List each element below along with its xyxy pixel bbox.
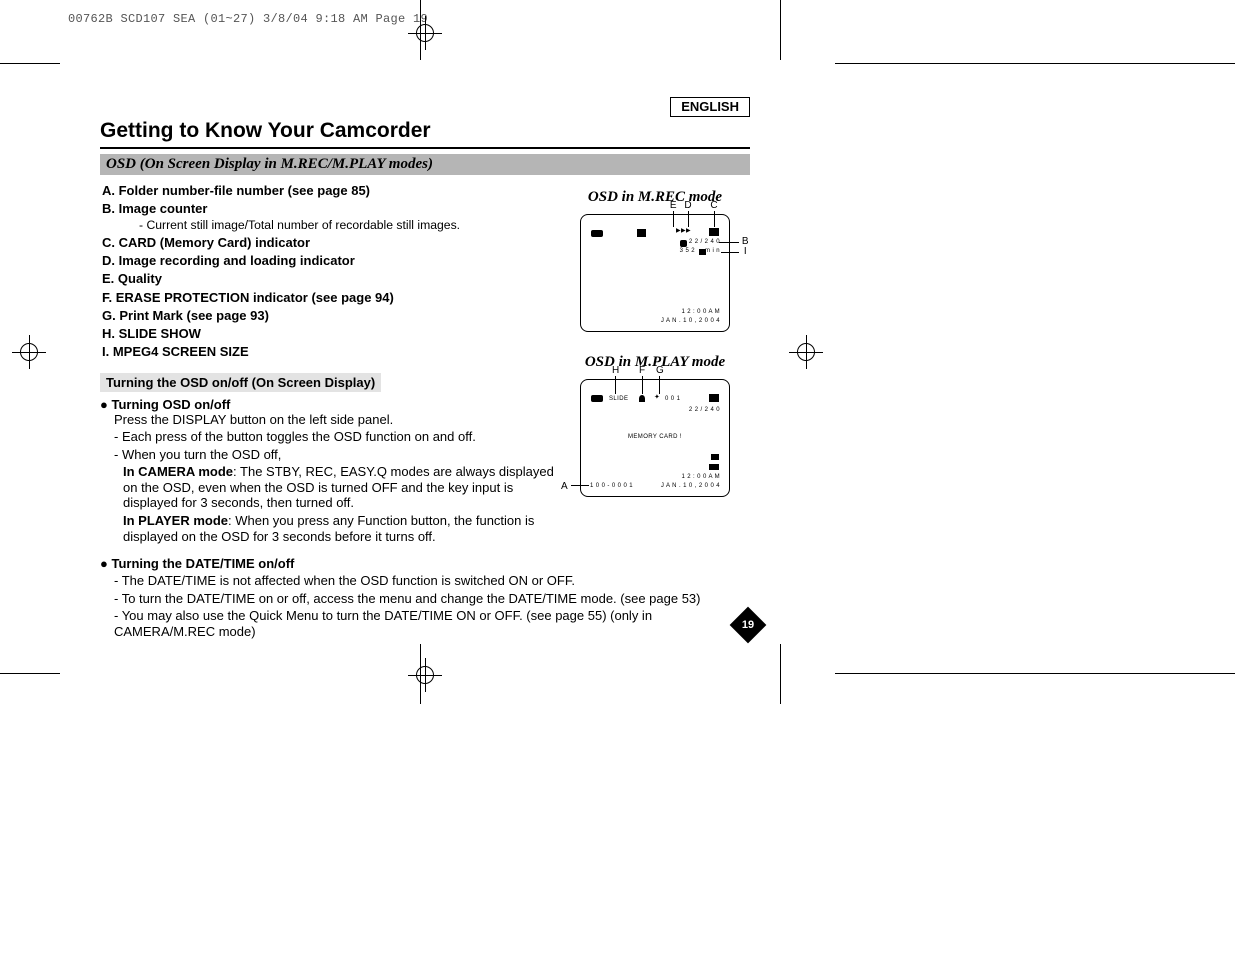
diagram-mrec: ▶▶▶ 2 2 / 2 4 0 3 5 2 m i n 1 2 : 0 0 A … (580, 214, 730, 332)
callout-c: C (710, 200, 718, 211)
inline-bold: In CAMERA mode (123, 464, 233, 479)
register-mark (12, 335, 46, 369)
page-title: Getting to Know Your Camcorder (100, 119, 750, 149)
register-mark (408, 16, 442, 50)
def-item: A. Folder number-file number (see page 8… (102, 183, 560, 199)
def-item: D. Image recording and loading indicator (102, 253, 560, 269)
def-item: E. Quality (102, 271, 560, 287)
size-text: 3 5 2 (680, 248, 695, 254)
def-item: I. MPEG4 SCREEN SIZE (102, 344, 560, 360)
register-mark (408, 658, 442, 692)
lock-icon (639, 395, 645, 402)
callout-i: I (744, 246, 747, 257)
def-item: B. Image counter - Current still image/T… (102, 201, 560, 233)
slide-text: SLIDE (609, 396, 628, 402)
inline-bold: In PLAYER mode (123, 513, 228, 528)
language-badge: ENGLISH (670, 97, 750, 117)
callout-a: A (561, 481, 568, 492)
para-line: In PLAYER mode: When you press any Funct… (123, 513, 560, 544)
crop-mark (835, 673, 1235, 674)
page-number: 19 (735, 612, 761, 638)
folder-text: 1 0 0 - 0 0 0 1 (590, 483, 633, 489)
turning-osd-header: Turning the OSD on/off (On Screen Displa… (100, 373, 381, 392)
time-text: 1 2 : 0 0 A M (681, 474, 720, 480)
date-text: J A N . 1 0 , 2 0 0 4 (661, 483, 720, 489)
printnum-text: 0 0 1 (665, 396, 680, 402)
card-icon (709, 394, 719, 402)
bullet-heading: ● Turning OSD on/off (100, 397, 560, 412)
callout-d: D (684, 200, 692, 211)
register-mark (789, 335, 823, 369)
para-line: - Each press of the button toggles the O… (114, 429, 560, 445)
def-item: C. CARD (Memory Card) indicator (102, 235, 560, 251)
definition-list: A. Folder number-file number (see page 8… (102, 183, 560, 361)
para-line: In CAMERA mode: The STBY, REC, EASY.Q mo… (123, 464, 560, 511)
crop-mark (0, 673, 60, 674)
left-column: A. Folder number-file number (see page 8… (100, 181, 560, 640)
diagram-title-mplay: OSD in M.PLAY mode (560, 354, 750, 371)
crop-mark (780, 0, 781, 60)
right-column: OSD in M.REC mode ▶▶▶ 2 2 / 2 4 0 3 5 2 … (560, 181, 750, 640)
camera-icon (637, 229, 646, 237)
memcard-text: MEMORY CARD ! (581, 434, 729, 440)
def-item: F. ERASE PROTECTION indicator (see page … (102, 290, 560, 306)
bullet-heading: ● Turning the DATE/TIME on/off (100, 556, 560, 571)
def-item: H. SLIDE SHOW (102, 326, 560, 342)
min-text: m i n (705, 248, 720, 254)
battery-icon (591, 230, 603, 237)
blink-icon: ▶▶▶ (676, 227, 691, 234)
crop-mark (780, 644, 781, 704)
para-line: - When you turn the OSD off, (114, 447, 560, 463)
callout-e: E (670, 200, 677, 211)
counter-text: 2 2 / 2 4 0 (689, 407, 720, 413)
date-text: J A N . 1 0 , 2 0 0 4 (661, 318, 720, 324)
def-label: B. Image counter (102, 201, 207, 216)
counter-text: 2 2 / 2 4 0 (689, 239, 720, 245)
callout-h: H (612, 365, 620, 376)
crop-mark (0, 63, 60, 64)
para-line: Press the DISPLAY button on the left sid… (114, 412, 560, 428)
def-subtext: - Current still image/Total number of re… (139, 218, 560, 233)
page-number-text: 19 (735, 612, 761, 638)
crop-mark (835, 63, 1235, 64)
card-icon (709, 228, 719, 236)
size-icon (709, 464, 719, 470)
callout-g: G (656, 365, 664, 376)
def-item: G. Print Mark (see page 93) (102, 308, 560, 324)
battery-icon (591, 395, 603, 402)
diagram-mplay: SLIDE ✦ 0 0 1 2 2 / 2 4 0 MEMORY CARD ! … (580, 379, 730, 497)
imposition-header: 00762B SCD107 SEA (01~27) 3/8/04 9:18 AM… (68, 12, 428, 26)
diagram-title-mrec: OSD in M.REC mode (560, 189, 750, 206)
callout-f: F (639, 365, 646, 376)
print-icon: ✦ (654, 393, 660, 401)
time-text: 1 2 : 0 0 A M (681, 309, 720, 315)
sf-icon (711, 454, 719, 460)
paragraph: Press the DISPLAY button on the left sid… (114, 412, 560, 545)
sf-icon (680, 240, 687, 247)
section-subtitle: OSD (On Screen Display in M.REC/M.PLAY m… (100, 154, 750, 175)
page-body: ENGLISH Getting to Know Your Camcorder O… (100, 97, 750, 640)
